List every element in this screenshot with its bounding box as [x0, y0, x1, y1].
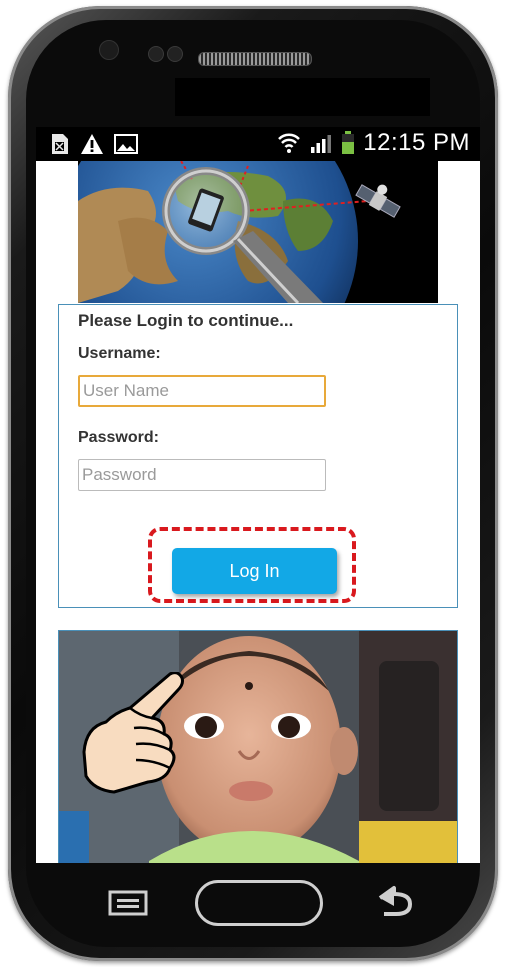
battery-icon [342, 131, 355, 154]
back-icon[interactable] [372, 884, 416, 918]
image-icon [114, 134, 138, 154]
username-input[interactable] [78, 375, 326, 407]
signal-icon [311, 135, 332, 153]
password-input[interactable] [78, 459, 326, 491]
banner-image [78, 161, 438, 303]
camera-lens [148, 46, 164, 62]
globe-tracking-illustration [78, 161, 438, 303]
password-label: Password: [78, 429, 159, 446]
proximity-sensor [99, 40, 119, 60]
login-button[interactable]: Log In [172, 548, 337, 594]
username-label: Username: [78, 345, 161, 362]
status-time: 12:15 PM [363, 129, 470, 156]
phone-screen: 12:15 PM Please Login to continue... Use… [36, 127, 480, 863]
pointing-hand-icon [82, 672, 184, 794]
light-sensor [167, 46, 183, 62]
home-button[interactable] [195, 880, 323, 926]
status-bar: 12:15 PM [36, 127, 480, 161]
earpiece-speaker [198, 52, 312, 66]
sim-error-icon [52, 134, 68, 154]
menu-icon[interactable] [108, 890, 148, 916]
wifi-icon [278, 133, 301, 153]
redaction-block [175, 78, 430, 116]
login-heading: Please Login to continue... [78, 311, 294, 330]
warning-icon [81, 134, 103, 154]
